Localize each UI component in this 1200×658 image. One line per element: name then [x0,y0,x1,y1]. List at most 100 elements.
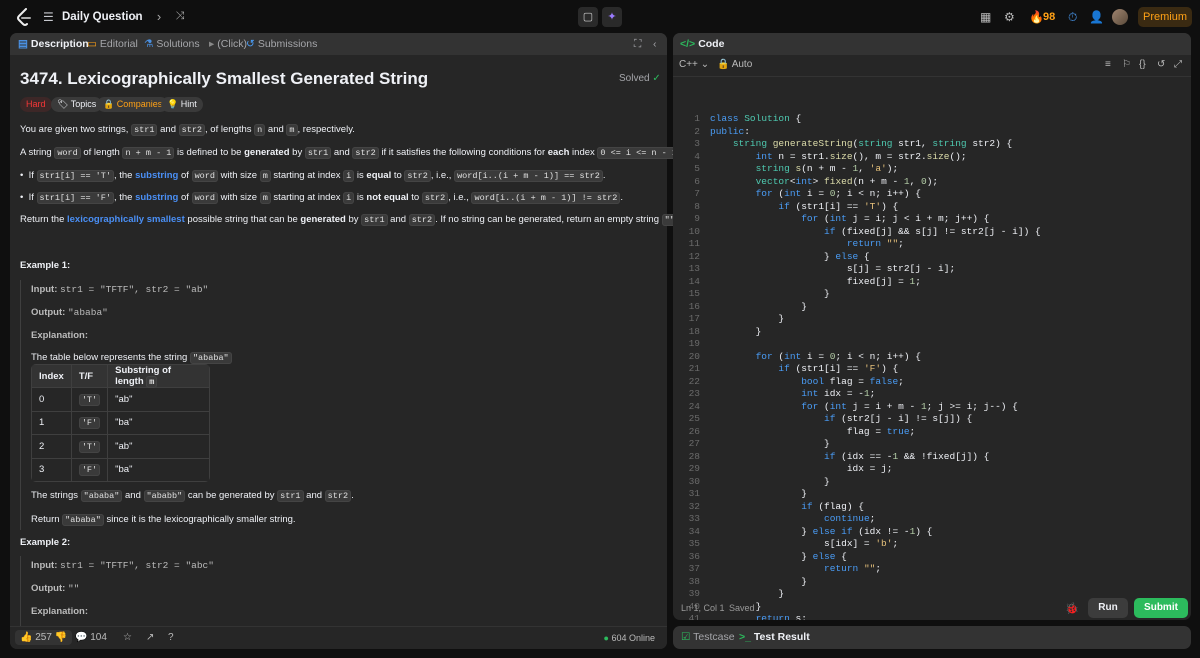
prev-problem-icon[interactable]: ‹ [128,9,144,24]
code-line[interactable]: } [710,301,807,312]
tab-testcase[interactable]: ☑ Testcase [681,631,735,643]
bookmark-icon[interactable]: ⚐ [1122,59,1131,70]
code-line[interactable]: if (flag) { [710,501,864,512]
code-toolbar-divider [673,76,1191,77]
code-line[interactable]: } [710,313,784,324]
braces-icon[interactable]: {} [1139,59,1146,70]
next-problem-icon[interactable]: › [151,9,167,24]
submit-button[interactable]: Submit [1134,598,1188,618]
code-line[interactable]: if (str1[i] == 'T') { [710,201,898,212]
user-avatar[interactable] [1112,9,1128,25]
code-line[interactable]: } [710,326,762,337]
code-line[interactable]: public: [710,126,750,137]
code-line[interactable]: for (int i = 0; i < n; i++) { [710,351,921,362]
code-line[interactable]: bool flag = false; [710,376,904,387]
tab-description[interactable]: ▤ Description [18,38,89,50]
code-line[interactable]: } else { [710,551,847,562]
tab-submissions[interactable]: ↺ Submissions [246,38,317,50]
companies-button[interactable]: 🔒 Companies [97,97,169,112]
share-icon[interactable]: ↗ [146,632,154,643]
code-line[interactable]: for (int j = i; j < i + m; j++) { [710,213,989,224]
ai-sparkle-icon[interactable]: ✦ [602,7,622,27]
code-line[interactable]: if (idx == -1 && !fixed[j]) { [710,451,989,462]
code-line[interactable]: if (fixed[j] && s[j] != str2[j - i]) { [710,226,1041,237]
run-button[interactable]: Run [1088,598,1128,618]
tab-click-label: (Click) [217,38,248,50]
timer-icon[interactable]: ⏱ [1068,10,1077,25]
line-number: 22 [688,375,700,387]
premium-button[interactable]: Premium [1138,7,1192,27]
code-line[interactable]: flag = true; [710,426,915,437]
code-line[interactable]: class Solution { [710,113,801,124]
substring-link[interactable]: substring [135,170,178,181]
lexicographically-smallest-link[interactable]: lexicographically smallest [67,214,185,225]
code-line[interactable]: } else { [710,251,870,262]
code-line[interactable]: } [710,576,807,587]
code-line[interactable]: if (str2[j - i] != s[j]) { [710,413,972,424]
condition-bullet-2: • If str1[i] == 'F', the substring of wo… [20,192,623,204]
tab-test-result[interactable]: >_ Test Result [739,631,810,643]
shuffle-icon[interactable]: ⤨ [172,10,188,23]
streak-count[interactable]: 98 [1043,11,1055,23]
comments-button[interactable]: 💬 104 [75,632,107,643]
topics-button[interactable]: 🏷 Topics [51,97,103,112]
tab-editorial[interactable]: ▭ Editorial [87,38,138,50]
code-line[interactable]: } [710,438,830,449]
code-line[interactable]: int n = str1.size(), m = str2.size(); [710,151,967,162]
format-icon[interactable]: ≡ [1105,59,1111,70]
line-number: 15 [688,288,700,299]
tab-code[interactable]: </> Code [680,38,724,50]
code-line[interactable]: fixed[j] = 1; [710,276,921,287]
tab-click[interactable]: ▸ (Click) [209,38,247,50]
streak-fire-icon[interactable]: 🔥 [1029,10,1044,24]
code-line[interactable]: } [710,288,830,299]
code-line[interactable]: idx = j; [710,463,893,474]
code-line[interactable]: s[idx] = 'b'; [710,538,898,549]
help-icon[interactable]: ? [168,632,174,643]
reset-icon[interactable]: ↺ [1157,59,1165,70]
code-panel: </> Code C++ ⌄ 🔒 Auto ≡ ⚐ {} ↺ ⤢ 1 class S… [673,33,1191,620]
substring-link[interactable]: substring [135,192,178,203]
line-number: 7 [694,188,700,199]
expand-icon[interactable]: ⛶ [634,38,641,51]
code-line[interactable]: string generateString(string str1, strin… [710,138,1012,149]
like-button[interactable]: 👍 257 👎 [15,630,73,645]
settings-gear-icon[interactable]: ⚙ [1004,10,1015,24]
debugger-icon[interactable]: 🐞 [1065,602,1079,615]
code-line[interactable]: return ""; [710,238,904,249]
table-header-tf: T/F [70,364,109,388]
example-1-blockquote-bar [20,280,21,530]
code-line[interactable]: } [710,476,830,487]
tab-test-result-label: Test Result [753,631,810,643]
tab-solutions[interactable]: ⚗ Solutions [144,38,200,50]
dislike-icon[interactable]: 👎 [55,632,67,643]
problem-list-icon[interactable]: ☰ [43,10,54,24]
problem-title[interactable]: 3474. Lexicographically Smallest Generat… [20,69,428,89]
hint-button[interactable]: 💡 Hint [161,97,203,112]
tab-testcase-label: Testcase [693,631,735,643]
note-icon[interactable]: ▢ [578,7,598,27]
layout-icon[interactable]: ▦ [980,10,991,24]
tab-solutions-label: Solutions [156,38,200,50]
language-select[interactable]: C++ ⌄ [679,59,709,70]
code-line[interactable]: } [710,488,807,499]
code-line[interactable]: for (int j = i + m - 1; j >= i; j--) { [710,401,1018,412]
code-line[interactable]: return ""; [710,563,881,574]
code-line[interactable]: s[j] = str2[j - i]; [710,263,955,274]
code-line[interactable]: int idx = -1; [710,388,875,399]
favorite-star-icon[interactable]: ☆ [123,632,132,643]
line-number: 37 [688,563,700,574]
leetcode-logo-icon[interactable] [16,8,32,26]
code-line[interactable]: continue; [710,513,875,524]
fullscreen-icon[interactable]: ⤢ [1174,59,1182,70]
code-line[interactable]: for (int i = 0; i < n; i++) { [710,188,921,199]
collapse-icon[interactable]: ‹ [653,38,657,50]
code-line[interactable]: string s(n + m - 1, 'a'); [710,163,899,174]
code-line[interactable]: } else if (idx != -1) { [710,526,932,537]
code-line[interactable]: } [710,588,784,599]
code-line[interactable]: if (str1[i] == 'F') { [710,363,898,374]
code-line[interactable]: vector<int> fixed(n + m - 1, 0); [710,176,938,187]
auto-mode[interactable]: 🔒 Auto [717,59,752,70]
code-line[interactable]: return s; [710,613,807,620]
add-friend-icon[interactable]: 👤 [1089,10,1104,24]
